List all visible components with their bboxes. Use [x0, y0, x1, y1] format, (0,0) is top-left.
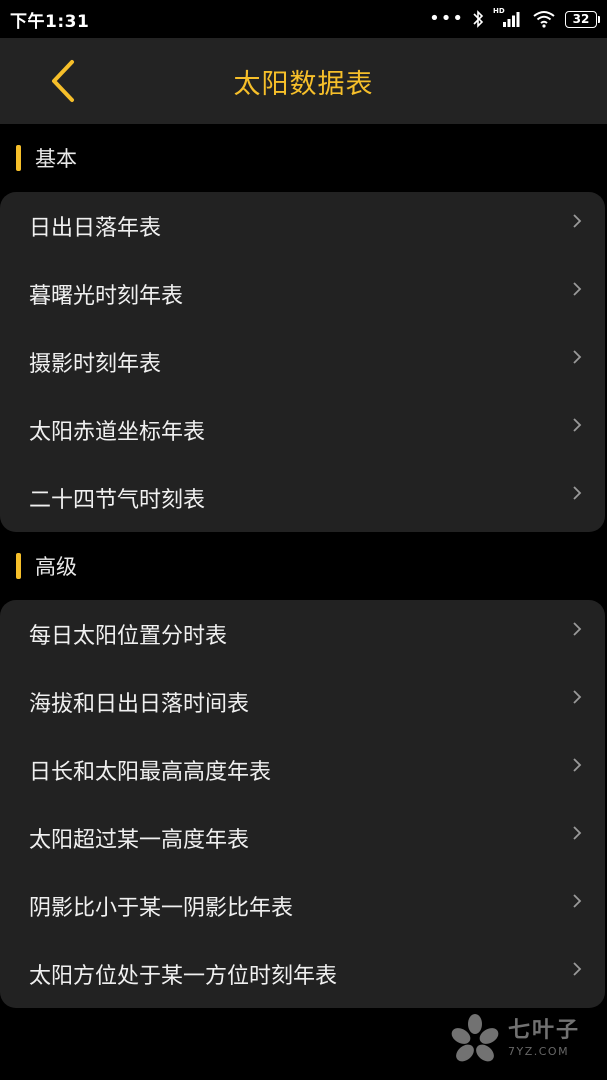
watermark-text: 七叶子 7YZ.COM	[508, 1018, 581, 1059]
chevron-right-icon	[573, 622, 582, 636]
basic-list-card: 日出日落年表 暮曙光时刻年表 摄影时刻年表 太阳赤道坐标年表 二十四节气时刻表	[0, 192, 605, 532]
signal-hd-icon: HD	[493, 7, 523, 28]
section-header-basic: 基本	[0, 124, 607, 192]
leaf-logo-icon	[451, 1014, 499, 1062]
chevron-right-icon	[573, 690, 582, 704]
chevron-right-icon	[573, 962, 582, 976]
chevron-right-icon	[573, 418, 582, 432]
back-button[interactable]	[38, 56, 88, 106]
chevron-right-icon	[573, 282, 582, 296]
page-title: 太阳数据表	[233, 68, 374, 100]
bluetooth-icon	[473, 10, 484, 28]
list-item-label: 太阳方位处于某一方位时刻年表	[29, 964, 338, 989]
list-item-day-length-table[interactable]: 日长和太阳最高高度年表	[0, 736, 605, 804]
list-item-sunrise-sunset-table[interactable]: 日出日落年表	[0, 192, 605, 260]
section-label: 高级	[35, 555, 77, 579]
chevron-right-icon	[573, 350, 582, 364]
battery-level: 32	[572, 12, 590, 26]
watermark: 七叶子 7YZ.COM	[450, 1012, 580, 1066]
advanced-list-card: 每日太阳位置分时表 海拔和日出日落时间表 日长和太阳最高高度年表 太阳超过某一高…	[0, 600, 605, 1008]
watermark-main: 七叶子	[508, 1018, 581, 1043]
list-item-azimuth-table[interactable]: 太阳方位处于某一方位时刻年表	[0, 940, 605, 1008]
wifi-icon	[533, 11, 555, 28]
list-item-label: 太阳赤道坐标年表	[29, 420, 206, 445]
list-item-label: 暮曙光时刻年表	[29, 284, 184, 309]
list-item-label: 海拔和日出日落时间表	[29, 692, 250, 717]
chevron-right-icon	[573, 758, 582, 772]
list-item-label: 二十四节气时刻表	[29, 488, 206, 513]
list-item-label: 日长和太阳最高高度年表	[29, 760, 272, 785]
battery-icon: 32	[565, 10, 600, 28]
list-item-above-altitude-table[interactable]: 太阳超过某一高度年表	[0, 804, 605, 872]
list-item-shadow-ratio-table[interactable]: 阴影比小于某一阴影比年表	[0, 872, 605, 940]
list-item-label: 日出日落年表	[29, 216, 162, 241]
status-icons: ••• HD 32	[429, 7, 600, 29]
chevron-right-icon	[573, 486, 582, 500]
section-label: 基本	[35, 147, 77, 171]
list-item-altitude-sunrise-table[interactable]: 海拔和日出日落时间表	[0, 668, 605, 736]
chevron-left-icon	[52, 60, 74, 102]
list-item-daily-position-table[interactable]: 每日太阳位置分时表	[0, 600, 605, 668]
section-header-advanced: 高级	[0, 532, 607, 600]
list-item-photography-table[interactable]: 摄影时刻年表	[0, 328, 605, 396]
section-accent-bar	[16, 145, 21, 171]
chevron-right-icon	[573, 826, 582, 840]
list-item-label: 太阳超过某一高度年表	[29, 828, 250, 853]
chevron-right-icon	[573, 894, 582, 908]
status-time: 下午1:31	[10, 11, 90, 32]
list-item-twilight-table[interactable]: 暮曙光时刻年表	[0, 260, 605, 328]
list-item-solar-terms-table[interactable]: 二十四节气时刻表	[0, 464, 605, 532]
list-item-label: 摄影时刻年表	[29, 352, 162, 377]
list-item-equatorial-table[interactable]: 太阳赤道坐标年表	[0, 396, 605, 464]
list-item-label: 阴影比小于某一阴影比年表	[29, 896, 294, 921]
status-bar: 下午1:31 ••• HD 32	[0, 0, 607, 38]
section-accent-bar	[16, 553, 21, 579]
list-item-label: 每日太阳位置分时表	[29, 624, 228, 649]
app-header: 太阳数据表	[0, 38, 607, 124]
chevron-right-icon	[573, 214, 582, 228]
watermark-sub: 7YZ.COM	[508, 1045, 570, 1058]
more-notifications-icon: •••	[429, 8, 464, 29]
